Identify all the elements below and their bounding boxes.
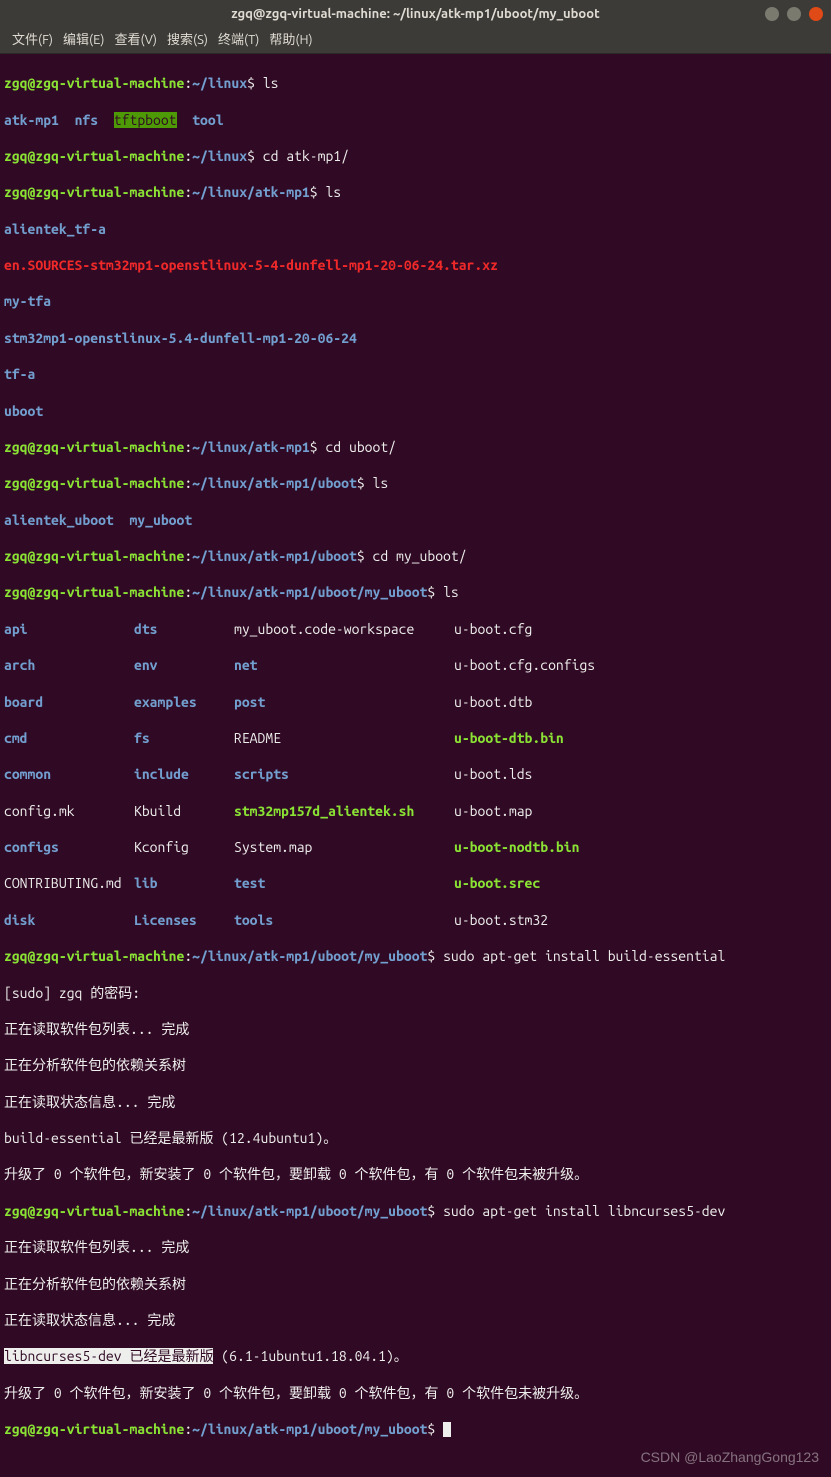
ls-item: atk-mp1 xyxy=(4,112,59,128)
cursor-icon xyxy=(443,1422,451,1437)
apt-state: 正在读取状态信息... 完成 xyxy=(4,1094,175,1110)
minimize-icon[interactable] xyxy=(765,7,779,21)
cmd: ls xyxy=(263,75,279,91)
window-controls xyxy=(765,7,823,21)
menu-search[interactable]: 搜索(S) xyxy=(163,30,212,51)
ls-item: tf-a xyxy=(4,366,35,382)
ls-item: my_uboot xyxy=(129,512,192,528)
terminal-output[interactable]: zgq@zgq-virtual-machine:~/linux$ ls atk-… xyxy=(0,54,831,1477)
prompt-path: ~/linux xyxy=(192,75,247,91)
menu-edit[interactable]: 编辑(E) xyxy=(59,30,108,51)
menu-help[interactable]: 帮助(H) xyxy=(265,30,316,51)
menu-view[interactable]: 查看(V) xyxy=(111,30,161,51)
window-title: zgq@zgq-virtual-machine: ~/linux/atk-mp1… xyxy=(231,6,599,23)
cmd: ls xyxy=(373,475,389,491)
cmd: ls xyxy=(443,584,459,600)
ls-item: uboot xyxy=(4,403,43,419)
ls-item: alientek_tf-a xyxy=(4,221,106,237)
maximize-icon[interactable] xyxy=(787,7,801,21)
menubar: 文件(F) 编辑(E) 查看(V) 搜索(S) 终端(T) 帮助(H) xyxy=(0,28,831,54)
ls-item: my-tfa xyxy=(4,293,51,309)
ls-item: tool xyxy=(192,112,223,128)
ls-item: api xyxy=(4,620,134,638)
window-titlebar: zgq@zgq-virtual-machine: ~/linux/atk-mp1… xyxy=(0,0,831,28)
ls-item: nfs xyxy=(75,112,99,128)
apt-deptree: 正在分析软件包的依赖关系树 xyxy=(4,1057,186,1073)
menu-file[interactable]: 文件(F) xyxy=(8,30,57,51)
close-icon[interactable] xyxy=(809,7,823,21)
cmd: sudo apt-get install libncurses5-dev xyxy=(443,1203,725,1219)
ls-item: en.SOURCES-stm32mp1-openstlinux-5-4-dunf… xyxy=(4,257,498,273)
cmd: cd atk-mp1/ xyxy=(263,148,349,164)
watermark: CSDN @LaoZhangGong123 xyxy=(641,1448,819,1466)
ls-item: stm32mp1-openstlinux-5.4-dunfell-mp1-20-… xyxy=(4,330,357,346)
cmd: sudo apt-get install build-essential xyxy=(443,948,725,964)
cmd: cd uboot/ xyxy=(325,439,396,455)
apt-upgrade: 升级了 0 个软件包，新安装了 0 个软件包，要卸载 0 个软件包，有 0 个软… xyxy=(4,1166,588,1182)
cmd: cd my_uboot/ xyxy=(373,548,467,564)
pkg-name: libncurses5-dev xyxy=(4,1348,122,1364)
sudo-pw: [sudo] zgq 的密码: xyxy=(4,985,140,1001)
ls-item: alientek_uboot xyxy=(4,512,114,528)
menu-terminal[interactable]: 终端(T) xyxy=(214,30,263,51)
ls-item: tftpboot xyxy=(114,112,177,128)
prompt-user: zgq@zgq-virtual-machine xyxy=(4,75,184,91)
cmd: ls xyxy=(325,184,341,200)
apt-reading: 正在读取软件包列表... 完成 xyxy=(4,1021,189,1037)
apt-newest: build-essential 已经是最新版 (12.4ubuntu1)。 xyxy=(4,1130,337,1146)
